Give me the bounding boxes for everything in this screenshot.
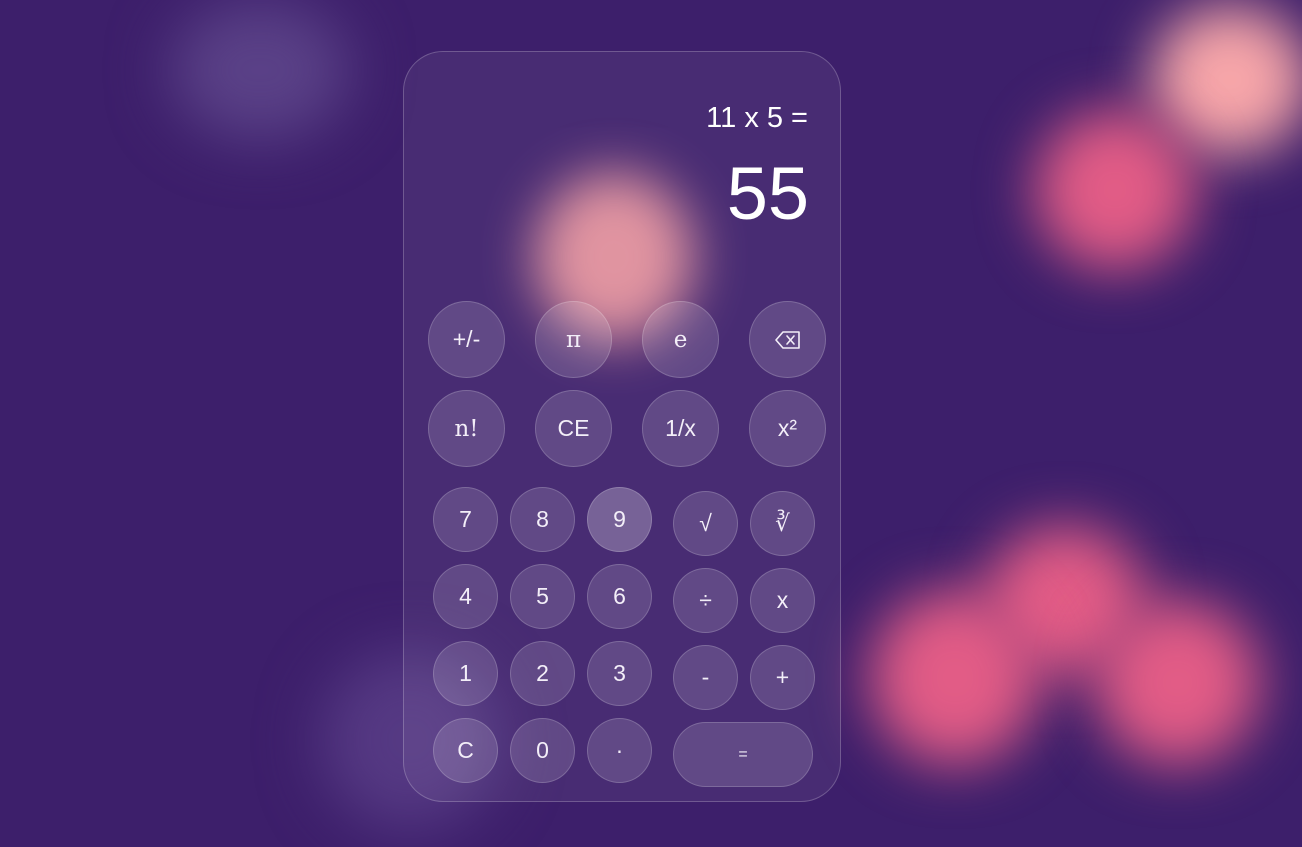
digit-8-button[interactable]: 8: [510, 487, 575, 552]
digit-1-button[interactable]: 1: [433, 641, 498, 706]
background-blob: [1095, 600, 1260, 765]
digit-2-button[interactable]: 2: [510, 641, 575, 706]
e-button[interactable]: e: [642, 301, 719, 378]
background-blob: [870, 590, 1040, 765]
background-blob: [1150, 5, 1302, 155]
background-blob: [1035, 110, 1195, 270]
background-blob: [170, 0, 350, 140]
reciprocal-button[interactable]: 1/x: [642, 390, 719, 467]
expression-display: 11 x 5 =: [706, 102, 808, 134]
clear-entry-button[interactable]: CE: [535, 390, 612, 467]
cube-root-button[interactable]: ∛: [750, 491, 815, 556]
digit-7-button[interactable]: 7: [433, 487, 498, 552]
pi-button[interactable]: π: [535, 301, 612, 378]
result-display: 55: [726, 152, 809, 235]
sign-toggle-button[interactable]: +/-: [428, 301, 505, 378]
subtract-button[interactable]: -: [673, 645, 738, 710]
digit-0-button[interactable]: 0: [510, 718, 575, 783]
clear-button[interactable]: C: [433, 718, 498, 783]
backspace-icon: [774, 330, 801, 349]
decimal-button[interactable]: ·: [587, 718, 652, 783]
square-button[interactable]: x²: [749, 390, 826, 467]
digit-3-button[interactable]: 3: [587, 641, 652, 706]
divide-button[interactable]: ÷: [673, 568, 738, 633]
multiply-button[interactable]: x: [750, 568, 815, 633]
add-button[interactable]: +: [750, 645, 815, 710]
calculator-panel: 11 x 5 = 55 +/- π e n! CE 1/x x² 7 8 9 4…: [403, 51, 841, 802]
backspace-button[interactable]: [749, 301, 826, 378]
factorial-button[interactable]: n!: [428, 390, 505, 467]
square-root-button[interactable]: √: [673, 491, 738, 556]
equals-button[interactable]: =: [673, 722, 813, 787]
digit-6-button[interactable]: 6: [587, 564, 652, 629]
digit-5-button[interactable]: 5: [510, 564, 575, 629]
digit-9-button[interactable]: 9: [587, 487, 652, 552]
digit-4-button[interactable]: 4: [433, 564, 498, 629]
